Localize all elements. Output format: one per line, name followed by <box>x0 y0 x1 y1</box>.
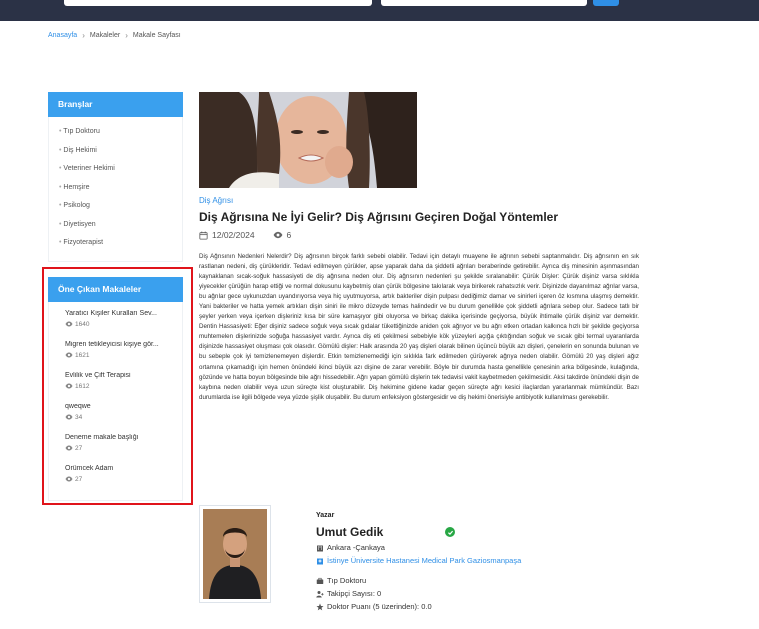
featured-item-views: 1621 <box>65 351 182 359</box>
featured-item-title[interactable]: Migren tetikleyicisi kişiye gör... <box>65 341 177 348</box>
star-icon <box>316 603 324 610</box>
search-button[interactable] <box>593 0 619 6</box>
branch-item[interactable]: Diş Hekimi <box>49 142 182 161</box>
author-hospital-row: İstinye Üniversite Hastanesi Medical Par… <box>316 556 521 565</box>
author-branch: Tıp Doktoru <box>327 576 367 585</box>
eye-icon <box>65 445 73 451</box>
author-location-row: Ankara -Çankaya <box>316 543 521 552</box>
featured-item-views: 1612 <box>65 382 182 390</box>
article-date: 12/02/2024 <box>212 230 255 240</box>
view-count: 34 <box>75 413 83 421</box>
building-icon <box>317 545 323 551</box>
author-card: Yazar Umut Gedik Ankara -Çankaya İstinye… <box>316 512 521 611</box>
article-views: 6 <box>286 230 292 240</box>
branches-list: Tıp Doktoru Diş Hekimi Veteriner Hekimi … <box>48 117 183 262</box>
article-category[interactable]: Diş Ağrısı <box>199 196 233 205</box>
branches-panel: Branşlar Tıp Doktoru Diş Hekimi Veterine… <box>48 92 183 262</box>
featured-item-title[interactable]: Örümcek Adam <box>65 465 177 472</box>
author-branch-row: Tıp Doktoru <box>316 576 521 585</box>
featured-item[interactable]: qweqwe 34 <box>49 403 182 434</box>
featured-articles-panel: Öne Çıkan Makaleler Yaratıcı Kişiler Kur… <box>48 277 183 501</box>
featured-title: Öne Çıkan Makaleler <box>48 277 183 302</box>
chevron-right-icon: › <box>125 31 128 40</box>
top-header <box>0 0 759 21</box>
briefcase-icon <box>316 577 324 584</box>
eye-icon <box>65 352 73 358</box>
chevron-right-icon: › <box>82 31 85 40</box>
calendar-icon <box>199 231 208 240</box>
author-rating: Doktor Puanı (5 üzerinden): 0.0 <box>327 602 432 611</box>
view-count: 1640 <box>75 320 90 328</box>
author-photo <box>199 505 271 603</box>
featured-item-title[interactable]: Evlilik ve Çift Terapisi <box>65 372 177 379</box>
author-label: Yazar <box>316 512 335 519</box>
branches-title: Branşlar <box>48 92 183 117</box>
eye-icon <box>65 414 73 420</box>
branch-item[interactable]: Psikolog <box>49 197 182 216</box>
view-count: 27 <box>75 444 83 452</box>
view-count: 27 <box>75 475 83 483</box>
featured-item[interactable]: Migren tetikleyicisi kişiye gör... 1621 <box>49 341 182 372</box>
breadcrumb-home[interactable]: Anasayfa <box>48 32 77 39</box>
featured-item[interactable]: Yaratıcı Kişiler Kuralları Sev... 1640 <box>49 310 182 341</box>
branch-item[interactable]: Hemşire <box>49 179 182 198</box>
hospital-icon <box>317 558 323 564</box>
user-plus-icon <box>316 590 324 597</box>
eye-icon <box>65 321 73 327</box>
search-input[interactable] <box>64 0 372 6</box>
featured-list: Yaratıcı Kişiler Kuralları Sev... 1640 M… <box>48 302 183 501</box>
featured-item-title[interactable]: Yaratıcı Kişiler Kuralları Sev... <box>65 310 177 317</box>
article-image <box>199 92 417 188</box>
author-followers-row: Takipçi Sayısı: 0 <box>316 589 521 598</box>
branch-item[interactable]: Veteriner Hekimi <box>49 160 182 179</box>
author-rating-row: Doktor Puanı (5 üzerinden): 0.0 <box>316 602 521 611</box>
author-name[interactable]: Umut Gedik <box>316 525 383 539</box>
featured-item-views: 27 <box>65 444 182 452</box>
author-name-row: Umut Gedik <box>316 525 521 539</box>
featured-item-views: 34 <box>65 413 182 421</box>
breadcrumb-current: Makale Sayfası <box>132 32 181 39</box>
check-circle-icon <box>445 527 456 537</box>
breadcrumb: Anasayfa › Makaleler › Makale Sayfası <box>48 31 181 40</box>
location-select[interactable] <box>381 0 587 6</box>
eye-icon <box>65 383 73 389</box>
article-title: Diş Ağrısına Ne İyi Gelir? Diş Ağrısını … <box>199 210 558 224</box>
author-hospital[interactable]: İstinye Üniversite Hastanesi Medical Par… <box>327 556 521 565</box>
featured-item-title[interactable]: Deneme makale başlığı <box>65 434 177 441</box>
view-count: 1621 <box>75 351 90 359</box>
eye-icon <box>273 231 282 239</box>
featured-item[interactable]: Evlilik ve Çift Terapisi 1612 <box>49 372 182 403</box>
featured-item-views: 1640 <box>65 320 182 328</box>
featured-item-title[interactable]: qweqwe <box>65 403 177 410</box>
author-followers: Takipçi Sayısı: 0 <box>327 589 382 598</box>
author-location: Ankara -Çankaya <box>327 543 385 552</box>
branch-item[interactable]: Tıp Doktoru <box>49 123 182 142</box>
branch-item[interactable]: Fizyoterapist <box>49 234 182 253</box>
view-count: 1612 <box>75 382 90 390</box>
breadcrumb-articles[interactable]: Makaleler <box>90 32 120 39</box>
featured-item[interactable]: Örümcek Adam 27 <box>49 465 182 496</box>
branch-item[interactable]: Diyetisyen <box>49 216 182 235</box>
article-body: Diş Ağrısının Nedenleri Nelerdir? Diş ağ… <box>199 253 639 401</box>
featured-item[interactable]: Deneme makale başlığı 27 <box>49 434 182 465</box>
featured-item-views: 27 <box>65 475 182 483</box>
article-meta: 12/02/2024 6 <box>199 230 291 240</box>
eye-icon <box>65 476 73 482</box>
